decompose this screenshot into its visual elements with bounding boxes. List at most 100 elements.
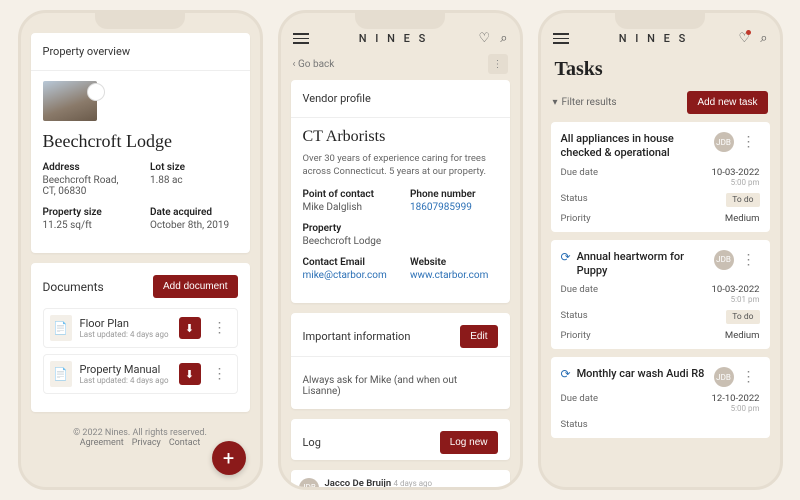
prop-label: Property xyxy=(303,223,498,234)
task-card[interactable]: ⟳ Monthly car wash Audi R8 JDB ⋮ Due dat… xyxy=(551,357,770,438)
document-icon: 📄 xyxy=(50,315,72,341)
priority-label: Priority xyxy=(561,330,591,341)
poc-label: Point of contact xyxy=(303,189,391,200)
phone-property: Property overview Beechcroft Lodge Addre… xyxy=(18,10,263,490)
add-document-button[interactable]: Add document xyxy=(153,275,238,298)
document-row[interactable]: 📄 Property Manual Last updated: 4 days a… xyxy=(43,354,238,394)
acquired-label: Date acquired xyxy=(150,207,238,218)
due-time: 5:00 pm xyxy=(712,178,760,187)
bell-icon[interactable]: ♡ xyxy=(739,31,751,46)
task-title: Annual heartworm for Puppy xyxy=(577,250,708,279)
task-card[interactable]: ⟳ Annual heartworm for Puppy JDB ⋮ Due d… xyxy=(551,240,770,350)
lot-label: Lot size xyxy=(150,162,238,173)
avatar: JDB xyxy=(714,132,734,152)
due-time: 5:01 pm xyxy=(712,295,760,304)
phone-tasks: N I N E S ♡ ⌕ Tasks ▾Filter results Add … xyxy=(538,10,783,490)
documents-card: Documents Add document 📄 Floor Plan Last… xyxy=(31,263,250,412)
more-icon[interactable]: ⋮ xyxy=(738,134,760,150)
phone-value[interactable]: 18607985999 xyxy=(410,202,498,213)
log-new-button[interactable]: Log new xyxy=(440,431,498,454)
poc-value: Mike Dalglish xyxy=(303,202,391,213)
log-entry: JDB Jacco De Bruijn 4 days ago @CT Arbor… xyxy=(291,470,510,487)
more-icon[interactable]: ⋮ xyxy=(209,320,231,336)
download-icon[interactable]: ⬇ xyxy=(179,317,201,339)
web-label: Website xyxy=(410,257,498,268)
filter-results[interactable]: ▾Filter results xyxy=(553,97,617,108)
due-time: 5:00 pm xyxy=(712,404,760,413)
avatar: JDB xyxy=(299,478,319,487)
vendor-name: CT Arborists xyxy=(303,128,498,146)
bell-icon[interactable]: ♡ xyxy=(479,31,491,46)
email-value[interactable]: mike@ctarbor.com xyxy=(303,270,391,281)
important-card: Important information Edit Always ask fo… xyxy=(291,313,510,409)
more-icon[interactable]: ⋮ xyxy=(488,54,508,74)
menu-icon[interactable] xyxy=(553,33,569,44)
phone-vendor: N I N E S ♡ ⌕ ‹ Go back ⋮ Vendor profile… xyxy=(278,10,523,490)
footer-link[interactable]: Agreement xyxy=(80,438,124,448)
important-note: Always ask for Mike (and when out Lisann… xyxy=(303,367,498,397)
vendor-desc: Over 30 years of experience caring for t… xyxy=(303,152,498,179)
property-name: Beechcroft Lodge xyxy=(43,131,238,152)
task-title: Monthly car wash Audi R8 xyxy=(577,367,708,381)
status-label: Status xyxy=(561,193,588,207)
due-label: Due date xyxy=(561,284,599,304)
size-label: Property size xyxy=(43,207,131,218)
priority-label: Priority xyxy=(561,213,591,224)
document-row[interactable]: 📄 Floor Plan Last updated: 4 days ago ⬇ … xyxy=(43,308,238,348)
page-title: Tasks xyxy=(541,54,780,91)
search-icon[interactable]: ⌕ xyxy=(500,31,507,46)
phone-label: Phone number xyxy=(410,189,498,200)
edit-button[interactable]: Edit xyxy=(460,325,497,348)
brand: N I N E S xyxy=(619,32,689,45)
due-label: Due date xyxy=(561,393,599,413)
menu-icon[interactable] xyxy=(293,33,309,44)
vendor-section: Vendor profile xyxy=(303,92,498,113)
acquired-value: October 8th, 2019 xyxy=(150,220,238,231)
log-label: Log xyxy=(303,436,321,449)
go-back-link[interactable]: ‹ Go back xyxy=(293,59,335,70)
status-value: To do xyxy=(726,310,759,324)
doc-name: Floor Plan xyxy=(80,317,171,330)
log-ago: 4 days ago xyxy=(394,479,433,487)
more-icon[interactable]: ⋮ xyxy=(738,252,760,268)
priority-value: Medium xyxy=(725,213,760,224)
task-title: All appliances in house checked & operat… xyxy=(561,132,708,161)
log-author: Jacco De Bruijn xyxy=(325,478,392,487)
due-value: 10-03-2022 xyxy=(712,167,760,178)
notch xyxy=(95,13,185,29)
add-fab[interactable]: + xyxy=(212,441,246,475)
notch xyxy=(355,13,445,29)
email-label: Contact Email xyxy=(303,257,391,268)
footer-link[interactable]: Contact xyxy=(169,438,200,448)
search-icon[interactable]: ⌕ xyxy=(760,31,767,46)
filter-icon: ▾ xyxy=(553,97,558,108)
lot-value: 1.88 ac xyxy=(150,175,238,186)
add-task-button[interactable]: Add new task xyxy=(687,91,767,114)
status-value: To do xyxy=(726,193,759,207)
brand: N I N E S xyxy=(359,32,429,45)
doc-name: Property Manual xyxy=(80,363,171,376)
status-label: Status xyxy=(561,419,588,430)
download-icon[interactable]: ⬇ xyxy=(179,363,201,385)
address-value: Beechcroft Road, CT, 06830 xyxy=(43,175,131,197)
footer-link[interactable]: Privacy xyxy=(132,438,161,448)
overview-label: Property overview xyxy=(43,45,238,66)
address-label: Address xyxy=(43,162,131,173)
more-icon[interactable]: ⋮ xyxy=(209,366,231,382)
property-thumbnail[interactable] xyxy=(43,81,97,121)
copyright: © 2022 Nines. All rights reserved. xyxy=(31,428,250,438)
vendor-card: Vendor profile CT Arborists Over 30 year… xyxy=(291,80,510,303)
web-value[interactable]: www.ctarbor.com xyxy=(410,270,498,281)
task-card[interactable]: All appliances in house checked & operat… xyxy=(551,122,770,232)
doc-meta: Last updated: 4 days ago xyxy=(80,330,171,339)
avatar: JDB xyxy=(714,250,734,270)
due-value: 10-03-2022 xyxy=(712,284,760,295)
prop-value: Beechcroft Lodge xyxy=(303,236,498,247)
notch xyxy=(615,13,705,29)
more-icon[interactable]: ⋮ xyxy=(738,369,760,385)
due-value: 12-10-2022 xyxy=(712,393,760,404)
sync-icon: ⟳ xyxy=(561,367,571,381)
avatar: JDB xyxy=(714,367,734,387)
status-label: Status xyxy=(561,310,588,324)
documents-label: Documents xyxy=(43,280,104,294)
